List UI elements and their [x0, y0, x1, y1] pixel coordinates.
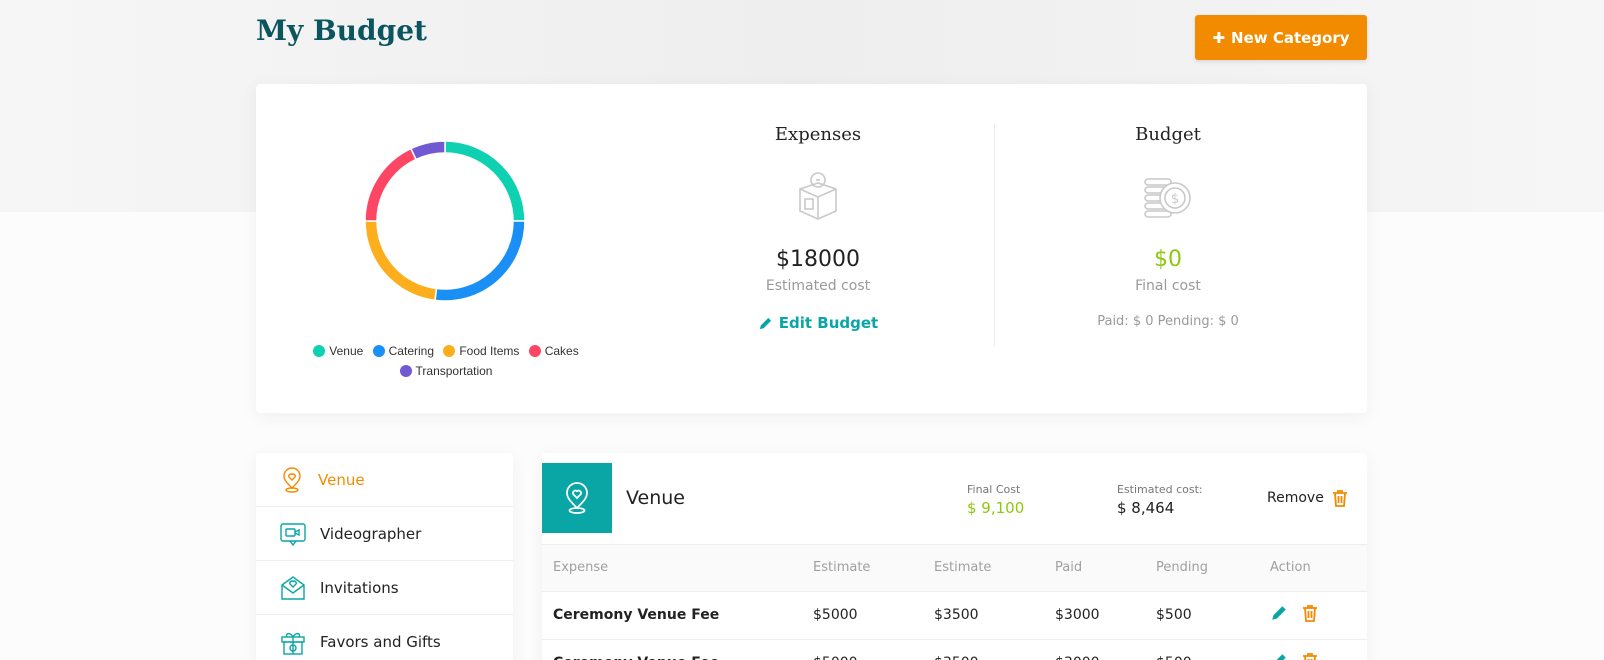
gift-icon	[281, 632, 305, 655]
donut-slice-transportation[interactable]	[409, 140, 446, 161]
legend-dot	[528, 345, 541, 357]
legend-dot	[443, 345, 456, 357]
estimate-cell: $5000	[802, 639, 923, 660]
pending-cell: $500	[1145, 639, 1259, 660]
budget-column: Budget $ $0 Final cost Paid: $ 0 Pending…	[1008, 124, 1328, 329]
budget-title: Budget	[1135, 124, 1201, 145]
table-row: Ceremony Venue Fee $5000 $3500 $3000 $50…	[542, 639, 1367, 660]
sidebar-item-venue[interactable]: Venue	[256, 453, 513, 507]
estimated-cost-label: Estimated cost:	[1117, 483, 1203, 496]
legend-dot	[313, 345, 326, 357]
sidebar-item-favors-gifts[interactable]: Favors and Gifts	[256, 615, 513, 660]
expenses-title: Expenses	[774, 124, 862, 145]
edit-budget-link[interactable]: Edit Budget	[758, 314, 878, 332]
expenses-caption: Estimated cost	[765, 278, 871, 294]
table-row: Ceremony Venue Fee $5000 $3500 $3000 $50…	[542, 591, 1367, 640]
column-header: Paid	[1044, 545, 1145, 592]
paid-pending-text: Paid: $ 0 Pending: $ 0	[1097, 314, 1239, 329]
svg-text:$: $	[1171, 192, 1179, 207]
expense-name: Ceremony Venue Fee	[542, 591, 802, 640]
pencil-icon	[759, 317, 771, 329]
sidebar-item-videographer[interactable]: Videographer	[256, 507, 513, 561]
estimated-cost-value: $ 8,464	[1117, 499, 1175, 517]
expenses-column: Expenses $18000 Estimated cost Edit Budg…	[658, 124, 978, 336]
column-header: Estimate	[923, 545, 1044, 592]
envelope-heart-icon	[281, 575, 305, 600]
action-cell	[1259, 639, 1367, 660]
video-camera-icon	[280, 522, 306, 546]
legend-item[interactable]: Catering	[372, 342, 434, 360]
chart-legend: Venue Catering Food Items Cakes Transpor…	[286, 342, 606, 382]
legend-label: Catering	[388, 344, 434, 358]
trash-icon[interactable]	[1302, 604, 1318, 622]
final-cost-label: Final Cost	[967, 483, 1021, 496]
legend-label: Food Items	[459, 344, 520, 358]
location-heart-icon	[566, 482, 588, 514]
donut-slice-food-items[interactable]	[364, 220, 438, 302]
new-category-label: New Category	[1231, 28, 1350, 47]
donut-slice-venue[interactable]	[444, 140, 526, 222]
sidebar-item-label: Invitations	[320, 578, 399, 597]
estimated-cost-stat: Estimated cost: $ 8,464	[1117, 483, 1203, 517]
column-header: Action	[1259, 545, 1367, 592]
legend-item[interactable]: Cakes	[528, 342, 579, 360]
sidebar-item-label: Videographer	[320, 524, 422, 543]
legend-item[interactable]: Food Items	[443, 342, 519, 360]
donut-slice-cakes[interactable]	[364, 147, 418, 222]
column-header: Pending	[1145, 545, 1259, 592]
table-header-row: Expense Estimate Estimate Paid Pending A…	[542, 545, 1367, 592]
action-cell	[1259, 591, 1367, 640]
money-box-icon	[799, 172, 837, 220]
column-divider	[994, 124, 995, 346]
plus-icon: ✚	[1212, 28, 1226, 47]
column-header: Expense	[542, 545, 802, 592]
edit-icon[interactable]	[1270, 652, 1288, 660]
category-sidebar: Venue Videographer Invitations Favors an…	[256, 453, 513, 660]
venue-detail-card: Venue Final Cost $ 9,100 Estimated cost:…	[542, 453, 1367, 660]
paid-cell: $3000	[1044, 639, 1145, 660]
legend-dot	[372, 345, 385, 357]
donut-slice-catering[interactable]	[434, 220, 526, 302]
budget-amount: $0	[1154, 247, 1182, 272]
trash-icon[interactable]	[1302, 652, 1318, 660]
expense-name: Ceremony Venue Fee	[542, 639, 802, 660]
expense-table: Expense Estimate Estimate Paid Pending A…	[542, 545, 1367, 660]
legend-label: Venue	[329, 344, 364, 358]
estimate-cell: $3500	[923, 639, 1044, 660]
expenses-amount: $18000	[776, 247, 860, 272]
expenses-donut-chart	[364, 140, 526, 302]
sidebar-item-label: Venue	[318, 470, 365, 489]
final-cost-value: $ 9,100	[967, 499, 1025, 517]
venue-header: Venue Final Cost $ 9,100 Estimated cost:…	[542, 453, 1367, 545]
edit-icon[interactable]	[1270, 604, 1288, 622]
trash-icon	[1332, 490, 1347, 507]
sidebar-item-label: Favors and Gifts	[320, 632, 441, 651]
legend-item[interactable]: Venue	[313, 342, 363, 360]
sidebar-item-invitations[interactable]: Invitations	[256, 561, 513, 615]
coins-icon: $	[1144, 178, 1191, 218]
page-title: My Budget	[256, 14, 427, 47]
budget-summary-card: Venue Catering Food Items Cakes Transpor…	[256, 84, 1367, 413]
legend-item[interactable]: Transportation	[399, 362, 493, 380]
final-cost-stat: Final Cost $ 9,100	[967, 483, 1024, 517]
column-header: Estimate	[802, 545, 923, 592]
venue-icon-box	[542, 463, 612, 533]
remove-label: Remove	[1267, 490, 1324, 506]
new-category-button[interactable]: ✚ New Category	[1195, 15, 1367, 60]
estimate-cell: $5000	[802, 591, 923, 640]
budget-caption: Final cost	[1135, 278, 1201, 294]
edit-budget-label: Edit Budget	[778, 314, 879, 332]
legend-dot	[399, 365, 412, 377]
paid-cell: $3000	[1044, 591, 1145, 640]
location-heart-icon	[283, 466, 301, 493]
remove-category-button[interactable]: Remove	[1267, 489, 1348, 507]
venue-name: Venue	[626, 487, 685, 509]
pending-cell: $500	[1145, 591, 1259, 640]
estimate-cell: $3500	[923, 591, 1044, 640]
legend-label: Transportation	[415, 364, 493, 378]
legend-label: Cakes	[544, 344, 579, 358]
